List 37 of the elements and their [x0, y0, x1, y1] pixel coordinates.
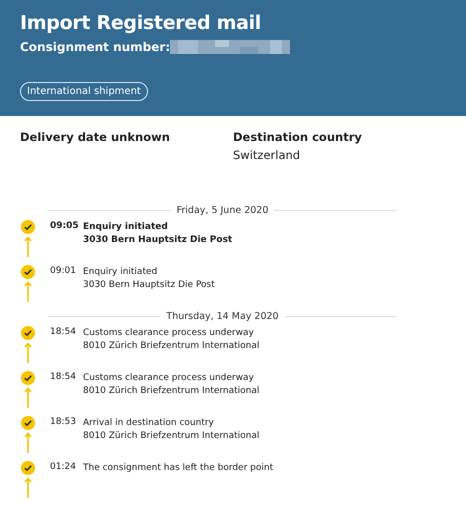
event-time: 09:05 [50, 220, 80, 233]
event-location: 3030 Bern Hauptsitz Die Post [83, 279, 215, 292]
arrow-up-icon [24, 477, 32, 499]
event-status: Arrival in destination country [83, 417, 215, 430]
date-heading: Thursday, 14 May 2020 [165, 310, 280, 322]
arrow-up-icon [24, 432, 32, 454]
detail-value: Switzerland [233, 148, 302, 162]
check-circle-icon [21, 371, 35, 385]
arrow-up-icon [24, 281, 32, 303]
arrow-up-icon [24, 236, 32, 258]
check-circle-icon [21, 416, 35, 430]
event-status: Enquiry initiated [83, 266, 158, 279]
page-title: Import Registered mail [20, 12, 262, 34]
event-status: Enquiry initiated [83, 221, 169, 234]
arrow-up-icon [24, 387, 32, 409]
event-location: 8010 Zürich Briefzentrum International [83, 340, 260, 353]
check-circle-icon [21, 265, 35, 279]
event-status: Customs clearance process underway [83, 372, 255, 385]
check-circle-icon [21, 220, 35, 234]
consignment-label: Consignment number: [20, 40, 170, 54]
shipment-tag: International shipment [20, 82, 148, 101]
detail-label: Destination country [233, 130, 363, 144]
event-time: 18:54 [50, 326, 77, 339]
check-circle-icon [21, 461, 35, 475]
event-time: 18:53 [50, 416, 77, 429]
event-time: 18:54 [50, 371, 77, 384]
check-circle-icon [21, 326, 35, 340]
arrow-up-icon [24, 342, 32, 364]
event-time: 01:24 [50, 461, 77, 474]
event-location: 3030 Bern Hauptsitz Die Post [83, 234, 232, 247]
event-location: 8010 Zürich Briefzentrum International [83, 430, 260, 443]
event-status: The consignment has left the border point [83, 462, 274, 475]
event-time: 09:01 [50, 265, 77, 278]
detail-label: Delivery date unknown [20, 130, 171, 144]
event-location: 8010 Zürich Briefzentrum International [83, 385, 260, 398]
date-heading: Friday, 5 June 2020 [176, 204, 270, 216]
event-status: Customs clearance process underway [83, 327, 255, 340]
